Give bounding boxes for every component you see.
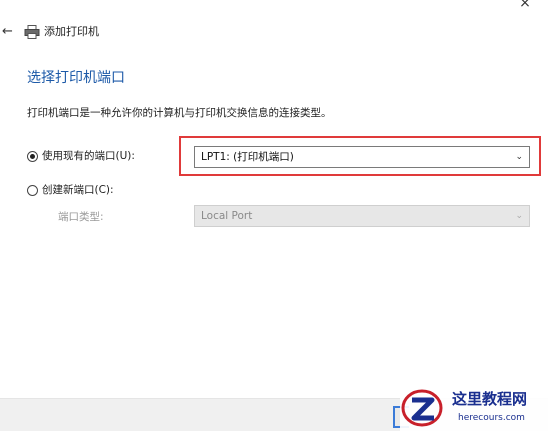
port-type-value: Local Port (201, 210, 253, 222)
watermark-title: 这里教程网 (452, 390, 528, 408)
port-type-label: 端口类型: (58, 211, 104, 223)
use-existing-port-radio[interactable] (27, 150, 38, 162)
window-title: 添加打印机 (44, 25, 99, 38)
watermark-url: herecours.com (458, 413, 525, 423)
close-icon[interactable]: × (516, 0, 534, 10)
page-heading: 选择打印机端口 (27, 70, 125, 86)
printer-icon (24, 25, 40, 39)
use-existing-port-label[interactable]: 使用现有的端口(U): (42, 148, 135, 164)
page-description: 打印机端口是一种允许你的计算机与打印机交换信息的连接类型。 (27, 107, 332, 119)
create-new-port-label[interactable]: 创建新端口(C): (42, 182, 114, 198)
chevron-down-icon: ⌄ (515, 211, 523, 221)
existing-port-dropdown[interactable]: LPT1: (打印机端口) ⌄ (194, 146, 530, 168)
watermark: 这里教程网 herecours.com (400, 386, 548, 431)
existing-port-value: LPT1: (打印机端口) (201, 151, 294, 163)
create-new-port-option[interactable]: 创建新端口(C): (27, 182, 114, 198)
back-arrow-icon[interactable]: ← (2, 23, 18, 41)
use-existing-port-option[interactable]: 使用现有的端口(U): (27, 148, 135, 164)
port-type-dropdown: Local Port ⌄ (194, 205, 530, 227)
chevron-down-icon: ⌄ (515, 152, 523, 162)
create-new-port-radio[interactable] (27, 184, 38, 196)
title-bar: ← 添加打印机 (0, 20, 548, 44)
watermark-logo-icon (401, 389, 443, 427)
